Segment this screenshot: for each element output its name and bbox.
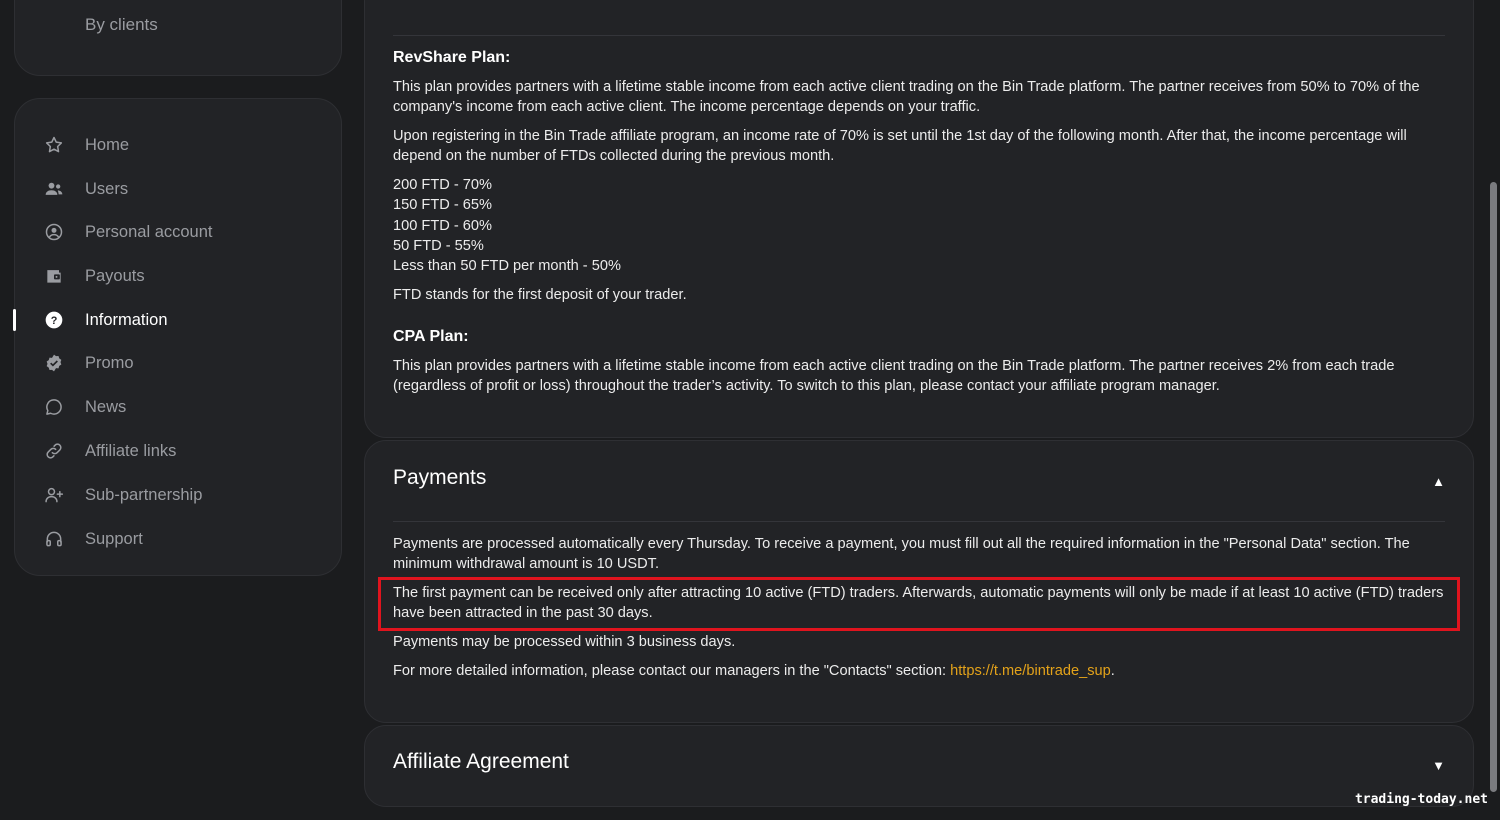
watermark: trading-today.net: [1354, 792, 1488, 807]
ftd-note: FTD stands for the first deposit of your…: [393, 287, 687, 303]
plans-card: RevShare Plan: This plan provides partne…: [364, 0, 1474, 438]
revshare-paragraph-1: This plan provides partners with a lifet…: [393, 79, 1420, 116]
verified-badge-icon: [43, 352, 65, 374]
users-icon: [43, 178, 65, 200]
sidebar-nav: Home Users Personal account Payouts ? In…: [13, 98, 342, 576]
sidebar-item-personal-account[interactable]: Personal account: [15, 212, 341, 252]
sidebar-item-news[interactable]: News: [15, 387, 341, 427]
star-icon: [43, 134, 65, 156]
sidebar-item-label: Payouts: [85, 266, 145, 285]
tier-item: 50 FTD - 55%: [393, 238, 484, 254]
sidebar-top-card: By clients: [14, 0, 342, 76]
sidebar-item-home[interactable]: Home: [15, 125, 341, 165]
sidebar-item-label: Home: [85, 135, 130, 154]
sidebar-item-affiliate-links[interactable]: Affiliate links: [15, 431, 341, 471]
cpa-paragraph: This plan provides partners with a lifet…: [393, 358, 1395, 395]
link-icon: [43, 440, 65, 462]
affiliate-agreement-title[interactable]: Affiliate Agreement: [393, 751, 1453, 772]
payments-title[interactable]: Payments: [393, 467, 1453, 488]
wallet-icon: [43, 265, 65, 287]
tier-item: 100 FTD - 60%: [393, 218, 492, 234]
sidebar-item-label: Affiliate links: [85, 441, 177, 460]
sidebar-item-label: Users: [85, 179, 129, 198]
sidebar-item-information[interactable]: ? Information: [13, 300, 341, 340]
sidebar-item-sub-partnership[interactable]: Sub-partnership: [15, 475, 341, 515]
tier-item: 200 FTD - 70%: [393, 177, 492, 193]
sidebar-item-label: Sub-partnership: [85, 485, 203, 504]
by-clients-link[interactable]: By clients: [85, 15, 158, 35]
highlight-box: [378, 577, 1460, 631]
divider: [393, 521, 1445, 522]
payments-paragraph-3: Payments may be processed within 3 busin…: [393, 634, 736, 650]
payments-paragraph-1: Payments are processed automatically eve…: [393, 536, 1410, 573]
headphones-icon: [43, 528, 65, 550]
sidebar-item-label: Support: [85, 529, 143, 548]
collapse-chevron-icon[interactable]: ▲: [1432, 474, 1445, 489]
active-indicator: [13, 309, 16, 331]
period: .: [1110, 663, 1115, 679]
contacts-text: For more detailed information, please co…: [393, 663, 951, 679]
account-circle-icon: [43, 221, 65, 243]
svg-text:?: ?: [51, 315, 58, 327]
page: By clients Home Users Personal account P…: [0, 0, 1500, 820]
sidebar-item-label: Promo: [85, 353, 134, 372]
cpa-title: CPA Plan:: [393, 328, 469, 345]
scrollbar-thumb[interactable]: [1490, 182, 1497, 792]
sidebar-item-payouts[interactable]: Payouts: [15, 256, 341, 296]
revshare-paragraph-2: Upon registering in the Bin Trade affili…: [393, 128, 1407, 165]
affiliate-agreement-card[interactable]: Affiliate Agreement ▼: [364, 725, 1474, 807]
revshare-title: RevShare Plan:: [393, 49, 511, 66]
sidebar-item-label: News: [85, 397, 127, 416]
help-circle-icon: ?: [43, 309, 65, 331]
divider: [393, 35, 1445, 36]
support-telegram-link[interactable]: https://t.me/bintrade_sup: [950, 663, 1111, 679]
tier-item: 150 FTD - 65%: [393, 197, 492, 213]
tier-item: Less than 50 FTD per month - 50%: [393, 258, 621, 274]
sidebar-item-label: Personal account: [85, 222, 213, 241]
sidebar-item-promo[interactable]: Promo: [15, 343, 341, 383]
chat-bubble-icon: [43, 396, 65, 418]
payments-paragraph-4: For more detailed information, please co…: [393, 661, 1453, 681]
sidebar-item-users[interactable]: Users: [15, 169, 341, 209]
sidebar-item-label: Information: [85, 310, 168, 329]
expand-chevron-icon[interactable]: ▼: [1432, 758, 1445, 773]
sidebar-item-support[interactable]: Support: [15, 519, 341, 559]
user-add-icon: [43, 484, 65, 506]
